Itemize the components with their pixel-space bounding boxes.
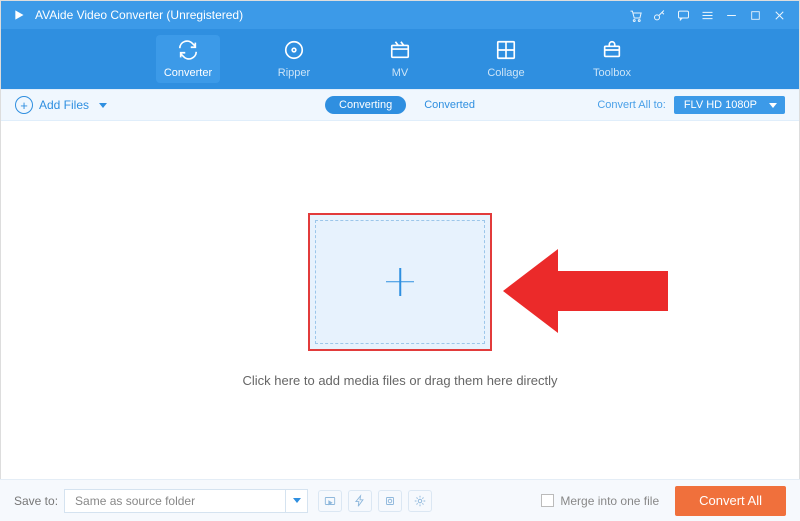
- window-title: AVAide Video Converter (Unregistered): [35, 8, 243, 22]
- add-media-dropzone[interactable]: [308, 213, 492, 351]
- nav-label: Converter: [164, 67, 212, 79]
- plus-icon: [386, 268, 414, 296]
- convert-all-label: Convert All: [699, 493, 762, 508]
- nav-converter[interactable]: Converter: [156, 35, 220, 83]
- dropzone-hint: Click here to add media files or drag th…: [242, 373, 557, 388]
- bottom-tool-icons: [318, 490, 432, 512]
- key-icon[interactable]: [647, 3, 671, 27]
- save-to-select[interactable]: Same as source folder: [64, 489, 308, 513]
- settings-icon[interactable]: [408, 490, 432, 512]
- nav-label: Collage: [487, 67, 524, 79]
- title-bar: AVAide Video Converter (Unregistered): [1, 1, 799, 29]
- sub-toolbar: + Add Files Converting Converted Convert…: [1, 89, 799, 121]
- bottom-bar: Save to: Same as source folder Merge int…: [0, 479, 800, 521]
- merge-label: Merge into one file: [560, 494, 659, 508]
- cart-icon[interactable]: [623, 3, 647, 27]
- open-folder-icon[interactable]: [318, 490, 342, 512]
- nav-ripper[interactable]: Ripper: [262, 35, 326, 83]
- tab-converting[interactable]: Converting: [325, 96, 406, 114]
- main-nav: Converter Ripper MV Collage Toolbox: [1, 29, 799, 89]
- nav-mv[interactable]: MV: [368, 35, 432, 83]
- menu-icon[interactable]: [695, 3, 719, 27]
- nav-label: Toolbox: [593, 67, 631, 79]
- convert-all-to-label: Convert All to:: [597, 99, 665, 111]
- feedback-icon[interactable]: [671, 3, 695, 27]
- annotation-arrow-icon: [503, 241, 673, 341]
- gpu-icon[interactable]: [378, 490, 402, 512]
- chevron-down-icon: [99, 103, 107, 108]
- nav-label: MV: [392, 67, 409, 79]
- checkbox-icon: [541, 494, 554, 507]
- minimize-icon[interactable]: [719, 3, 743, 27]
- lightning-icon[interactable]: [348, 490, 372, 512]
- save-to-label: Save to:: [14, 494, 58, 508]
- convert-all-button[interactable]: Convert All: [675, 486, 786, 516]
- maximize-icon[interactable]: [743, 3, 767, 27]
- add-files-button[interactable]: + Add Files: [15, 96, 107, 114]
- nav-label: Ripper: [278, 67, 310, 79]
- tab-converted[interactable]: Converted: [424, 99, 475, 111]
- work-area: Click here to add media files or drag th…: [1, 121, 799, 479]
- merge-checkbox[interactable]: Merge into one file: [541, 494, 659, 508]
- save-to-value: Same as source folder: [65, 494, 285, 508]
- nav-collage[interactable]: Collage: [474, 35, 538, 83]
- output-format-value: FLV HD 1080P: [684, 99, 757, 111]
- add-files-label: Add Files: [39, 98, 89, 112]
- plus-circle-icon: +: [15, 96, 33, 114]
- app-logo-icon: [13, 8, 27, 22]
- close-icon[interactable]: [767, 3, 791, 27]
- nav-toolbox[interactable]: Toolbox: [580, 35, 644, 83]
- output-format-select[interactable]: FLV HD 1080P: [674, 96, 785, 114]
- chevron-down-icon[interactable]: [285, 490, 307, 512]
